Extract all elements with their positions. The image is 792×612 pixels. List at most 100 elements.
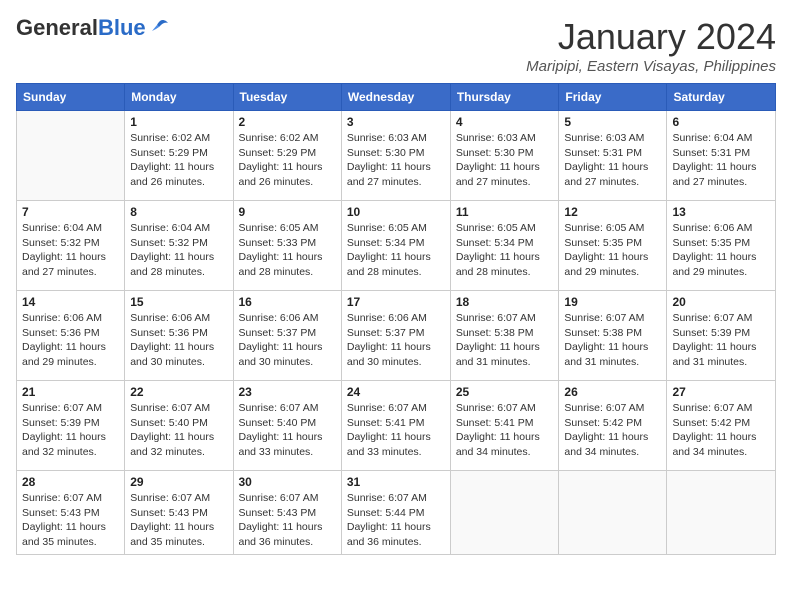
day-info: Sunrise: 6:03 AMSunset: 5:31 PMDaylight:… bbox=[564, 131, 661, 190]
calendar-cell: 21 Sunrise: 6:07 AMSunset: 5:39 PMDayligh… bbox=[17, 381, 125, 471]
bird-icon bbox=[148, 17, 170, 39]
calendar-cell: 25 Sunrise: 6:07 AMSunset: 5:41 PMDayligh… bbox=[450, 381, 559, 471]
day-number: 25 bbox=[456, 385, 554, 399]
calendar-cell: 24 Sunrise: 6:07 AMSunset: 5:41 PMDayligh… bbox=[341, 381, 450, 471]
week-row-2: 7Sunrise: 6:04 AMSunset: 5:32 PMDaylight… bbox=[17, 201, 776, 291]
day-number: 5 bbox=[564, 115, 661, 129]
title-block: January 2024 Maripipi, Eastern Visayas, … bbox=[526, 16, 776, 75]
day-number: 31 bbox=[347, 475, 445, 489]
day-info: Sunrise: 6:07 AMSunset: 5:38 PMDaylight:… bbox=[456, 311, 554, 370]
day-number: 19 bbox=[564, 295, 661, 309]
day-info: Sunrise: 6:02 AMSunset: 5:29 PMDaylight:… bbox=[130, 131, 227, 190]
day-info: Sunrise: 6:07 AMSunset: 5:43 PMDaylight:… bbox=[239, 491, 336, 550]
day-info: Sunrise: 6:06 AMSunset: 5:35 PMDaylight:… bbox=[672, 221, 770, 280]
day-of-week-wednesday: Wednesday bbox=[341, 84, 450, 111]
calendar-cell: 30 Sunrise: 6:07 AMSunset: 5:43 PMDayligh… bbox=[233, 471, 341, 555]
calendar-cell: 22 Sunrise: 6:07 AMSunset: 5:40 PMDayligh… bbox=[125, 381, 233, 471]
day-of-week-sunday: Sunday bbox=[17, 84, 125, 111]
day-number: 22 bbox=[130, 385, 227, 399]
week-row-4: 21 Sunrise: 6:07 AMSunset: 5:39 PMDayligh… bbox=[17, 381, 776, 471]
day-of-week-thursday: Thursday bbox=[450, 84, 559, 111]
week-row-3: 14 Sunrise: 6:06 AMSunset: 5:36 PMDayligh… bbox=[17, 291, 776, 381]
day-info: Sunrise: 6:07 AMSunset: 5:40 PMDaylight:… bbox=[239, 401, 336, 460]
day-number: 16 bbox=[239, 295, 336, 309]
calendar-cell bbox=[667, 471, 776, 555]
day-info: Sunrise: 6:07 AMSunset: 5:41 PMDaylight:… bbox=[347, 401, 445, 460]
day-info: Sunrise: 6:07 AMSunset: 5:40 PMDaylight:… bbox=[130, 401, 227, 460]
calendar-cell: 28Sunrise: 6:07 AMSunset: 5:43 PMDayligh… bbox=[17, 471, 125, 555]
day-number: 23 bbox=[239, 385, 336, 399]
day-number: 4 bbox=[456, 115, 554, 129]
page-header: GeneralBlue January 2024 Maripipi, Easte… bbox=[16, 16, 776, 75]
calendar-cell: 20Sunrise: 6:07 AMSunset: 5:39 PMDayligh… bbox=[667, 291, 776, 381]
day-number: 8 bbox=[130, 205, 227, 219]
calendar-cell: 16 Sunrise: 6:06 AMSunset: 5:37 PMDayligh… bbox=[233, 291, 341, 381]
calendar-cell: 6 Sunrise: 6:04 AMSunset: 5:31 PMDaylight… bbox=[667, 111, 776, 201]
day-info: Sunrise: 6:05 AMSunset: 5:33 PMDaylight:… bbox=[239, 221, 336, 280]
calendar-table: SundayMondayTuesdayWednesdayThursdayFrid… bbox=[16, 83, 776, 555]
calendar-cell: 5 Sunrise: 6:03 AMSunset: 5:31 PMDaylight… bbox=[559, 111, 667, 201]
calendar-cell: 19 Sunrise: 6:07 AMSunset: 5:38 PMDayligh… bbox=[559, 291, 667, 381]
day-number: 17 bbox=[347, 295, 445, 309]
day-info: Sunrise: 6:06 AMSunset: 5:36 PMDaylight:… bbox=[130, 311, 227, 370]
day-info: Sunrise: 6:06 AMSunset: 5:37 PMDaylight:… bbox=[239, 311, 336, 370]
calendar-cell: 29Sunrise: 6:07 AMSunset: 5:43 PMDayligh… bbox=[125, 471, 233, 555]
day-number: 27 bbox=[672, 385, 770, 399]
day-number: 13 bbox=[672, 205, 770, 219]
day-number: 21 bbox=[22, 385, 119, 399]
calendar-cell: 12Sunrise: 6:05 AMSunset: 5:35 PMDayligh… bbox=[559, 201, 667, 291]
day-of-week-tuesday: Tuesday bbox=[233, 84, 341, 111]
day-info: Sunrise: 6:05 AMSunset: 5:34 PMDaylight:… bbox=[456, 221, 554, 280]
calendar-cell bbox=[450, 471, 559, 555]
calendar-cell: 8Sunrise: 6:04 AMSunset: 5:32 PMDaylight… bbox=[125, 201, 233, 291]
day-number: 15 bbox=[130, 295, 227, 309]
calendar-cell: 13 Sunrise: 6:06 AMSunset: 5:35 PMDayligh… bbox=[667, 201, 776, 291]
calendar-cell: 27 Sunrise: 6:07 AMSunset: 5:42 PMDayligh… bbox=[667, 381, 776, 471]
calendar-cell: 31Sunrise: 6:07 AMSunset: 5:44 PMDayligh… bbox=[341, 471, 450, 555]
day-number: 18 bbox=[456, 295, 554, 309]
calendar-cell: 3 Sunrise: 6:03 AMSunset: 5:30 PMDaylight… bbox=[341, 111, 450, 201]
day-info: Sunrise: 6:07 AMSunset: 5:42 PMDaylight:… bbox=[564, 401, 661, 460]
calendar-cell: 10 Sunrise: 6:05 AMSunset: 5:34 PMDayligh… bbox=[341, 201, 450, 291]
day-number: 26 bbox=[564, 385, 661, 399]
day-info: Sunrise: 6:03 AMSunset: 5:30 PMDaylight:… bbox=[347, 131, 445, 190]
day-info: Sunrise: 6:07 AMSunset: 5:38 PMDaylight:… bbox=[564, 311, 661, 370]
day-of-week-saturday: Saturday bbox=[667, 84, 776, 111]
day-number: 2 bbox=[239, 115, 336, 129]
logo-text: GeneralBlue bbox=[16, 16, 146, 40]
calendar-cell: 4 Sunrise: 6:03 AMSunset: 5:30 PMDaylight… bbox=[450, 111, 559, 201]
main-title: January 2024 bbox=[526, 16, 776, 58]
day-info: Sunrise: 6:07 AMSunset: 5:39 PMDaylight:… bbox=[672, 311, 770, 370]
day-info: Sunrise: 6:05 AMSunset: 5:35 PMDaylight:… bbox=[564, 221, 661, 280]
day-number: 10 bbox=[347, 205, 445, 219]
calendar-cell: 17 Sunrise: 6:06 AMSunset: 5:37 PMDayligh… bbox=[341, 291, 450, 381]
day-number: 3 bbox=[347, 115, 445, 129]
calendar-header-row: SundayMondayTuesdayWednesdayThursdayFrid… bbox=[17, 84, 776, 111]
calendar-cell: 26 Sunrise: 6:07 AMSunset: 5:42 PMDayligh… bbox=[559, 381, 667, 471]
calendar-cell: 7Sunrise: 6:04 AMSunset: 5:32 PMDaylight… bbox=[17, 201, 125, 291]
day-info: Sunrise: 6:06 AMSunset: 5:37 PMDaylight:… bbox=[347, 311, 445, 370]
calendar-cell bbox=[17, 111, 125, 201]
day-info: Sunrise: 6:06 AMSunset: 5:36 PMDaylight:… bbox=[22, 311, 119, 370]
day-number: 29 bbox=[130, 475, 227, 489]
day-info: Sunrise: 6:07 AMSunset: 5:41 PMDaylight:… bbox=[456, 401, 554, 460]
day-of-week-monday: Monday bbox=[125, 84, 233, 111]
day-info: Sunrise: 6:07 AMSunset: 5:42 PMDaylight:… bbox=[672, 401, 770, 460]
week-row-1: 1 Sunrise: 6:02 AMSunset: 5:29 PMDaylight… bbox=[17, 111, 776, 201]
day-number: 11 bbox=[456, 205, 554, 219]
day-info: Sunrise: 6:04 AMSunset: 5:31 PMDaylight:… bbox=[672, 131, 770, 190]
day-number: 28 bbox=[22, 475, 119, 489]
day-info: Sunrise: 6:03 AMSunset: 5:30 PMDaylight:… bbox=[456, 131, 554, 190]
day-number: 30 bbox=[239, 475, 336, 489]
day-number: 24 bbox=[347, 385, 445, 399]
day-number: 14 bbox=[22, 295, 119, 309]
week-row-5: 28 Sunrise: 6:07 AMSunset: 5:43 PMDayligh… bbox=[17, 471, 776, 555]
day-number: 1 bbox=[130, 115, 227, 129]
subtitle: Maripipi, Eastern Visayas, Philippines bbox=[526, 58, 776, 75]
day-info: Sunrise: 6:05 AMSunset: 5:34 PMDaylight:… bbox=[347, 221, 445, 280]
day-number: 9 bbox=[239, 205, 336, 219]
calendar-cell: 14 Sunrise: 6:06 AMSunset: 5:36 PMDayligh… bbox=[17, 291, 125, 381]
day-info: Sunrise: 6:04 AMSunset: 5:32 PMDaylight:… bbox=[22, 221, 119, 280]
day-number: 6 bbox=[672, 115, 770, 129]
day-info: Sunrise: 6:07 AMSunset: 5:39 PMDaylight:… bbox=[22, 401, 119, 460]
